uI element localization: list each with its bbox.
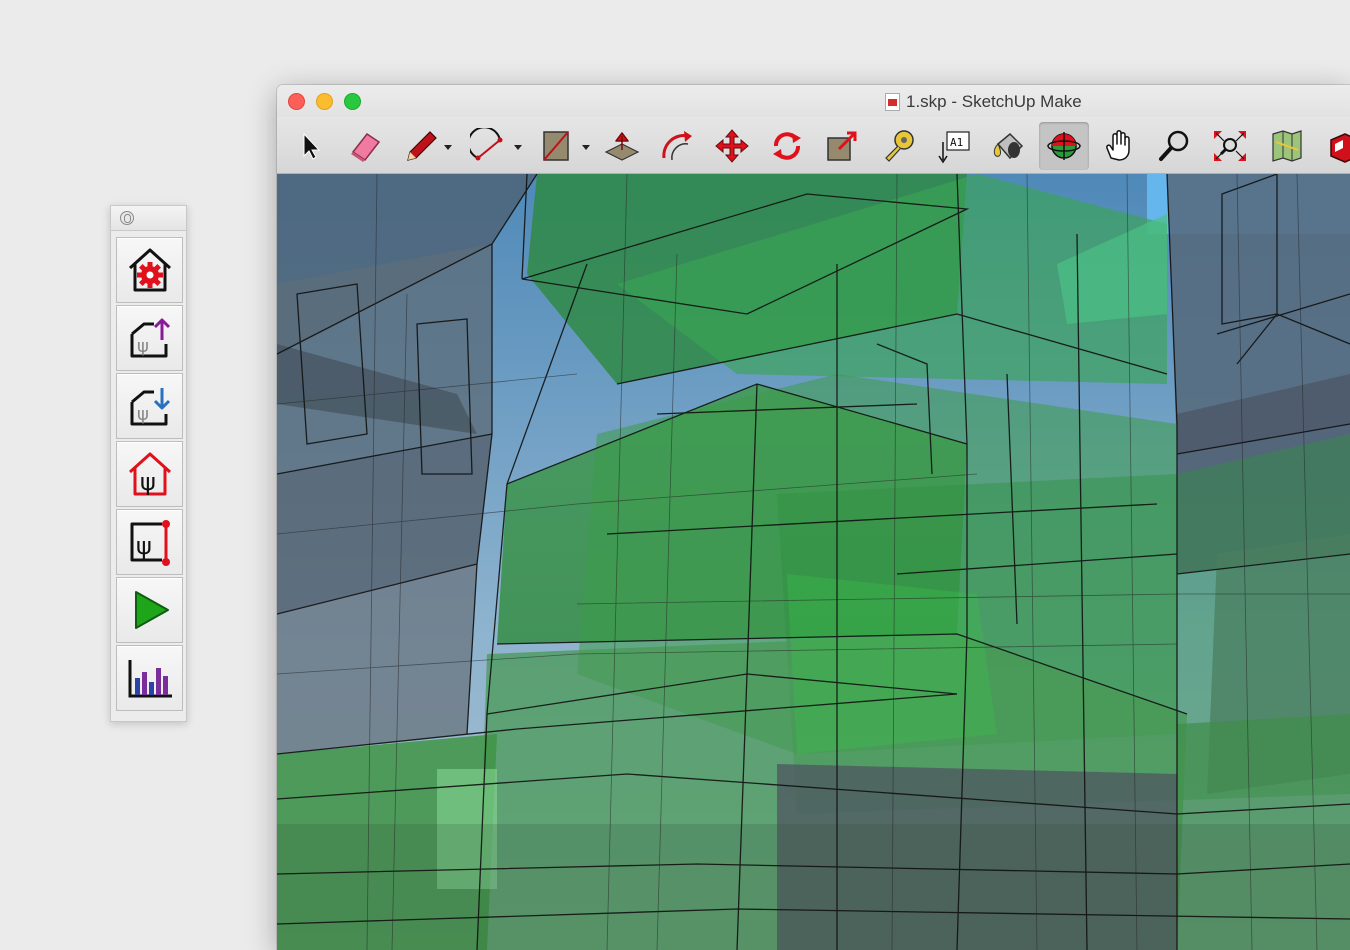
arrow-pointer-icon (303, 132, 321, 160)
move-tool[interactable] (707, 122, 757, 170)
push-pull-icon (604, 132, 640, 161)
palette-run-button[interactable] (116, 577, 183, 643)
svg-text:ψ: ψ (137, 336, 149, 357)
plugin-palette: ψ ψ ψ ψ (110, 205, 187, 722)
palette-export-button[interactable]: ψ (116, 305, 183, 371)
orbit-tool[interactable] (1039, 122, 1089, 170)
zoom-extents-icon (1214, 131, 1246, 161)
house-import-icon: ψ (130, 388, 170, 426)
palette-import-button[interactable]: ψ (116, 373, 183, 439)
paint-bucket-icon (993, 132, 1024, 160)
palette-close-button[interactable] (120, 211, 134, 225)
house-psi-icon: ψ (128, 452, 171, 496)
tape-measure-icon (885, 130, 914, 162)
rectangle-icon (543, 131, 590, 161)
magnifier-icon (1159, 130, 1189, 161)
eraser-icon (351, 132, 381, 162)
rotate-tool[interactable] (762, 122, 812, 170)
main-toolbar: A1 (277, 117, 1350, 174)
warehouse-icon (1330, 133, 1350, 163)
text-tool[interactable]: A1 (929, 122, 979, 170)
palette-titlebar (111, 206, 186, 231)
pencil-icon (407, 131, 452, 161)
push-pull-tool[interactable] (597, 122, 647, 170)
svg-text:ψ: ψ (137, 404, 149, 425)
minimize-window-button[interactable] (316, 93, 333, 110)
arc-icon (470, 128, 522, 161)
pan-tool[interactable] (1095, 122, 1145, 170)
glass-cubes-model (277, 174, 1350, 950)
select-tool[interactable] (285, 122, 335, 170)
house-export-icon: ψ (130, 318, 170, 358)
model-viewport[interactable] (277, 174, 1350, 950)
psi-line-icon: ψ (130, 520, 170, 566)
sketchup-window: 1.skp - SketchUp Make A1 (277, 85, 1350, 950)
orbit-icon (1047, 132, 1081, 160)
scale-icon (827, 131, 857, 161)
eraser-tool[interactable] (340, 122, 390, 170)
zoom-extents-tool[interactable] (1205, 122, 1255, 170)
line-tool[interactable] (397, 122, 459, 170)
scale-tool[interactable] (817, 122, 867, 170)
tape-measure-tool[interactable] (874, 122, 924, 170)
add-location-tool[interactable] (1262, 122, 1312, 170)
rectangle-tool[interactable] (535, 122, 597, 170)
window-titlebar: 1.skp - SketchUp Make (277, 85, 1350, 117)
window-title-text: 1.skp - SketchUp Make (906, 92, 1082, 111)
window-title: 1.skp - SketchUp Make (885, 92, 1082, 112)
palette-psi-house-button[interactable]: ψ (116, 441, 183, 507)
offset-icon (662, 131, 692, 161)
svg-text:A1: A1 (950, 136, 963, 149)
map-icon (1272, 130, 1302, 162)
close-window-button[interactable] (288, 93, 305, 110)
text-icon: A1 (938, 131, 970, 164)
zoom-tool[interactable] (1150, 122, 1200, 170)
offset-tool[interactable] (652, 122, 702, 170)
svg-text:ψ: ψ (136, 532, 152, 560)
warehouse-tool[interactable] (1317, 122, 1350, 170)
paint-bucket-tool[interactable] (984, 122, 1034, 170)
rotate-icon (773, 132, 801, 160)
house-gear-icon (128, 248, 171, 292)
skp-file-icon (885, 93, 900, 111)
arc-tool[interactable] (467, 122, 529, 170)
move-icon (715, 129, 749, 163)
bar-chart-icon (128, 660, 172, 698)
hand-icon (1106, 130, 1130, 161)
play-icon (134, 591, 169, 629)
svg-text:ψ: ψ (140, 468, 156, 496)
palette-settings-button[interactable] (116, 237, 183, 303)
palette-results-button[interactable] (116, 645, 183, 711)
zoom-window-button[interactable] (344, 93, 361, 110)
palette-psi-line-button[interactable]: ψ (116, 509, 183, 575)
